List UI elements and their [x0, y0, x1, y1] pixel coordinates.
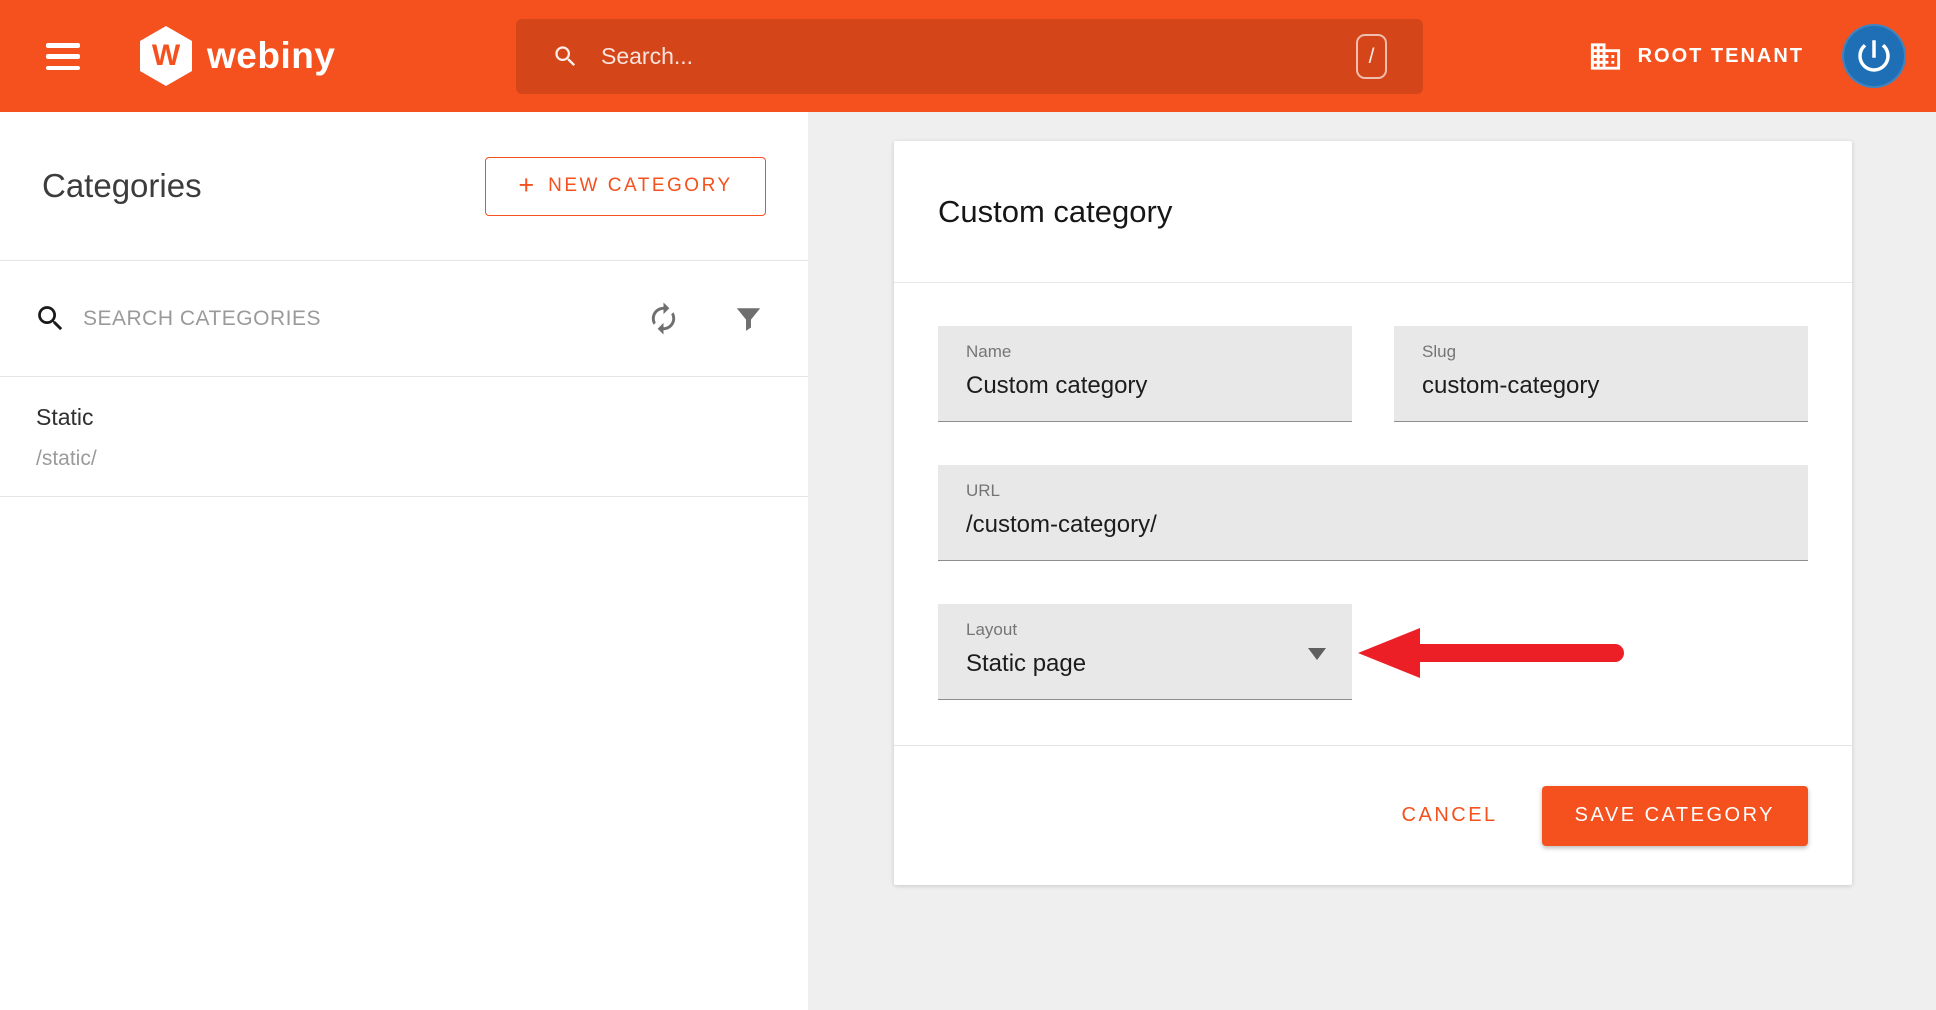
search-shortcut-hint: / [1356, 34, 1387, 79]
url-input[interactable] [966, 511, 1780, 539]
category-form-card: Custom category Name Slug URL [894, 141, 1852, 885]
webiny-logo[interactable]: W webiny [140, 0, 335, 112]
slug-field: Slug [1394, 326, 1808, 422]
refresh-icon [646, 301, 681, 336]
power-icon [1853, 35, 1895, 77]
save-category-button[interactable]: SAVE CATEGORY [1542, 786, 1808, 846]
cancel-button[interactable]: CANCEL [1388, 794, 1512, 837]
menu-icon[interactable] [46, 43, 80, 70]
new-category-button[interactable]: + NEW CATEGORY [485, 157, 766, 216]
form-footer: CANCEL SAVE CATEGORY [894, 745, 1852, 885]
plus-icon: + [518, 170, 534, 201]
filter-button[interactable] [731, 301, 766, 336]
webiny-hexagon-icon: W [140, 26, 192, 86]
chevron-down-icon [1308, 648, 1326, 660]
slug-input[interactable] [1422, 372, 1780, 400]
categories-search-bar [0, 261, 808, 377]
brand-wordmark: webiny [207, 35, 335, 77]
main-content: Categories + NEW CATEGORY [0, 112, 1936, 1010]
search-icon [552, 43, 579, 70]
url-field: URL [938, 465, 1808, 561]
webiny-logo-letter: W [152, 39, 180, 73]
tenant-label: ROOT TENANT [1638, 45, 1804, 68]
new-category-button-label: NEW CATEGORY [548, 175, 732, 197]
building-icon [1588, 39, 1623, 74]
layout-field-label: Layout [966, 620, 1324, 640]
layout-select[interactable]: Layout [938, 604, 1352, 700]
layout-value[interactable] [966, 650, 1324, 678]
details-panel: Custom category Name Slug URL [808, 112, 1936, 1010]
page-title: Categories [42, 167, 202, 205]
categories-panel-header: Categories + NEW CATEGORY [0, 112, 808, 261]
category-list-item[interactable]: Static /static/ [0, 377, 808, 497]
refresh-button[interactable] [646, 301, 681, 336]
search-icon [34, 302, 67, 335]
user-avatar[interactable] [1842, 24, 1906, 88]
filter-icon [731, 301, 766, 336]
categories-panel: Categories + NEW CATEGORY [0, 112, 808, 1010]
slug-field-label: Slug [1422, 342, 1780, 362]
tenant-selector[interactable]: ROOT TENANT [1588, 39, 1804, 74]
form-card-header: Custom category [894, 141, 1852, 283]
url-field-label: URL [966, 481, 1780, 501]
name-input[interactable] [966, 372, 1324, 400]
categories-search-input[interactable] [83, 307, 646, 331]
top-bar: W webiny / ROOT TENANT [0, 0, 1936, 112]
name-field-label: Name [966, 342, 1324, 362]
category-url: /static/ [36, 447, 772, 471]
form-title: Custom category [938, 194, 1172, 230]
form-body: Name Slug URL Layout [894, 283, 1852, 700]
top-bar-right: ROOT TENANT [1588, 0, 1906, 112]
global-search-input[interactable] [601, 43, 1356, 70]
global-search-bar[interactable]: / [516, 19, 1423, 94]
category-name: Static [36, 404, 772, 431]
name-field: Name [938, 326, 1352, 422]
